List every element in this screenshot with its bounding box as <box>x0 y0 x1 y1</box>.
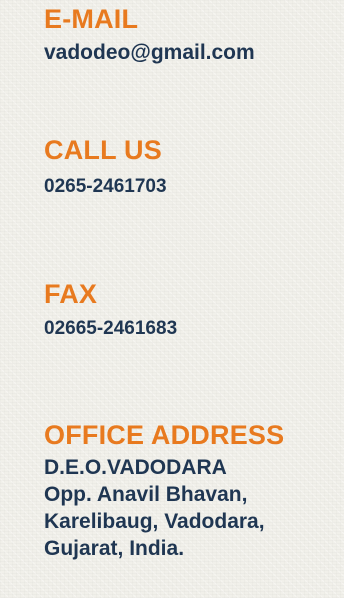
fax-section: FAX 02665-2461683 <box>44 279 336 341</box>
address-line: Karelibaug, Vadodara, <box>44 510 265 533</box>
address-section: OFFICE ADDRESS D.E.O.VADODARA Opp. Anavi… <box>44 420 336 562</box>
email-address[interactable]: vadodeo@gmail.com <box>44 40 336 66</box>
call-heading: CALL US <box>44 135 162 165</box>
address-heading: OFFICE ADDRESS <box>44 420 285 450</box>
call-section: CALL US 0265-2461703 <box>44 135 336 199</box>
address-line: Opp. Anavil Bhavan, <box>44 483 248 506</box>
address-line: D.E.O.VADODARA <box>44 456 227 479</box>
address-block: D.E.O.VADODARA Opp. Anavil Bhavan, Karel… <box>44 454 336 562</box>
phone-number[interactable]: 0265-2461703 <box>44 175 336 199</box>
fax-heading: FAX <box>44 279 98 309</box>
fax-number: 02665-2461683 <box>44 318 178 339</box>
address-line: Gujarat, India. <box>44 537 185 560</box>
email-section: E-MAIL vadodeo@gmail.com <box>44 4 336 66</box>
contact-panel: E-MAIL vadodeo@gmail.com CALL US 0265-24… <box>0 0 344 598</box>
email-heading: E-MAIL <box>44 4 139 34</box>
